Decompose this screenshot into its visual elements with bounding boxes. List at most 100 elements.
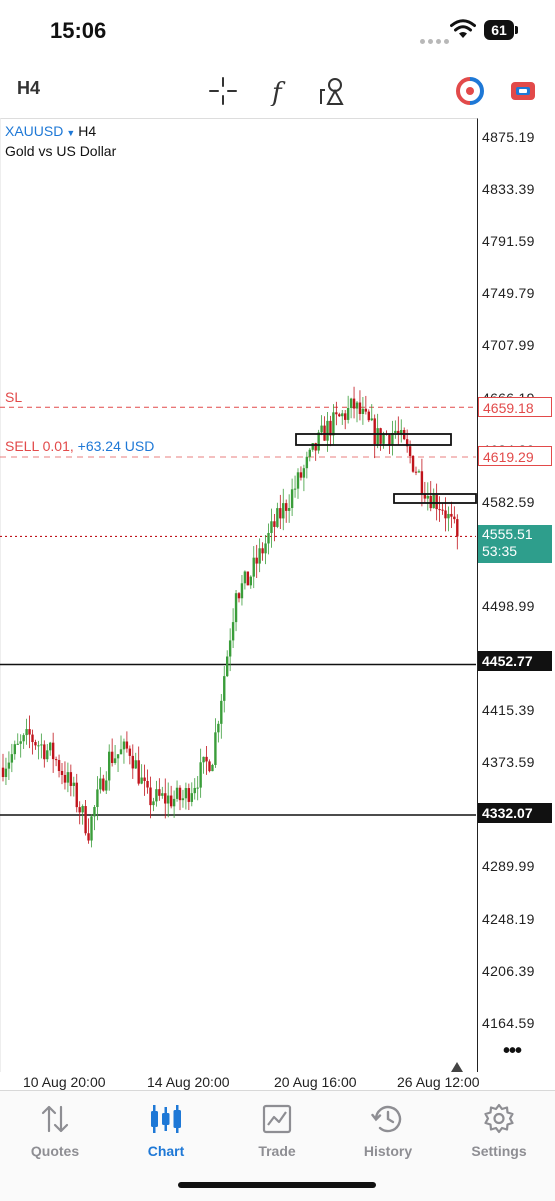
- candle-body: [311, 443, 314, 450]
- tab-settings[interactable]: Settings: [449, 1103, 549, 1159]
- candle-body: [435, 494, 438, 510]
- candle-body: [376, 428, 379, 445]
- candle-body: [167, 795, 170, 804]
- candle-body: [299, 472, 303, 478]
- candle-body: [240, 583, 244, 599]
- candle-body: [199, 762, 202, 788]
- candle-body: [400, 430, 403, 434]
- candle-body: [264, 543, 267, 554]
- candle-body: [143, 777, 146, 781]
- candle-body: [320, 425, 323, 433]
- price-axis-label: 4791.59: [482, 233, 535, 250]
- price-axis-label: 4248.19: [482, 910, 535, 927]
- candle-body: [408, 446, 412, 456]
- tab-chart[interactable]: Chart: [116, 1103, 216, 1159]
- candle-body: [346, 407, 350, 420]
- candle-body: [13, 744, 16, 755]
- current-price-tag: 4555.51 53:35: [478, 525, 552, 563]
- sell-order-label[interactable]: SELL 0.01, +63.24 USD: [5, 438, 154, 454]
- tab-label: Trade: [258, 1143, 296, 1159]
- candle-body: [37, 745, 40, 747]
- sl-label[interactable]: SL: [5, 389, 22, 405]
- sell-order-text: SELL 0.01,: [5, 438, 74, 454]
- tab-label: Quotes: [30, 1143, 80, 1159]
- candle-body: [444, 510, 447, 519]
- candle-body: [246, 571, 250, 586]
- chevron-down-icon[interactable]: ▼: [66, 128, 75, 138]
- candle-body: [31, 734, 34, 743]
- candle-body: [341, 413, 344, 417]
- sl-price-tag: 4659.18: [478, 397, 552, 417]
- candle-body: [113, 758, 117, 763]
- candle-body: [205, 756, 208, 762]
- candle-body: [1, 767, 5, 778]
- candle-body: [373, 418, 376, 445]
- candle-body: [51, 742, 55, 760]
- candle-body: [255, 557, 258, 564]
- candle-body: [152, 801, 155, 806]
- candle-body: [338, 414, 341, 417]
- candle-body: [417, 471, 421, 473]
- candle-body: [63, 774, 67, 783]
- candle-body: [358, 402, 362, 414]
- candle-body: [187, 788, 191, 802]
- chart-symbol-header[interactable]: XAUUSD ▼ H4: [5, 123, 96, 139]
- candle-body: [137, 760, 140, 784]
- time-label: 26 Aug 12:00: [397, 1074, 480, 1090]
- candle-body: [302, 468, 306, 478]
- candle-body: [43, 744, 46, 760]
- candle-body: [178, 787, 182, 801]
- candle-body: [175, 787, 179, 799]
- candle-body: [332, 412, 335, 436]
- candle-body: [208, 761, 211, 772]
- symbol-description: Gold vs US Dollar: [5, 143, 117, 159]
- settings-icon: [484, 1103, 514, 1134]
- candle-body: [441, 509, 444, 511]
- tab-quotes[interactable]: Quotes: [5, 1103, 105, 1159]
- candle-body: [22, 735, 25, 742]
- candle-body: [90, 816, 93, 841]
- candle-body: [305, 456, 309, 469]
- candle-body: [279, 508, 282, 519]
- time-label: 10 Aug 20:00: [23, 1074, 106, 1090]
- candle-body: [355, 402, 359, 409]
- candle-body: [93, 807, 96, 817]
- candle-body: [290, 489, 294, 509]
- candle-body: [370, 418, 373, 421]
- candle-body: [84, 806, 87, 834]
- candle-body: [140, 777, 143, 784]
- level-high-tag: 4452.77: [478, 651, 552, 671]
- bar-countdown: 53:35: [482, 543, 518, 559]
- more-options-icon[interactable]: •••: [503, 1040, 522, 1063]
- candle-body: [134, 760, 137, 769]
- candle-body: [447, 513, 450, 519]
- candle-body: [10, 754, 14, 763]
- price-axis-label: 4206.39: [482, 962, 535, 979]
- quotes-icon: [41, 1105, 69, 1133]
- candle-body: [414, 471, 418, 473]
- candle-body: [169, 795, 173, 807]
- candle-body: [394, 430, 397, 433]
- candle-body: [388, 434, 391, 445]
- candle-body: [54, 759, 58, 761]
- candle-body: [420, 471, 424, 494]
- candle-body: [432, 494, 435, 509]
- tab-history[interactable]: History: [338, 1103, 438, 1159]
- candle-body: [16, 743, 19, 745]
- candle-body: [349, 398, 353, 408]
- price-chart[interactable]: [0, 0, 555, 1090]
- candle-body: [217, 723, 220, 733]
- candle-body: [164, 793, 167, 804]
- candle-body: [335, 412, 338, 415]
- candle-body: [228, 640, 232, 657]
- candle-body: [193, 787, 196, 794]
- time-label: 20 Aug 16:00: [274, 1074, 357, 1090]
- tab-trade[interactable]: Trade: [227, 1103, 327, 1159]
- price-axis-label: 4749.79: [482, 285, 535, 302]
- candle-body: [282, 503, 285, 519]
- symbol-name[interactable]: XAUUSD: [5, 123, 63, 139]
- price-axis-label: 4875.19: [482, 129, 535, 145]
- candle-body: [190, 793, 193, 802]
- candle-body: [214, 732, 217, 765]
- candle-body: [317, 432, 320, 451]
